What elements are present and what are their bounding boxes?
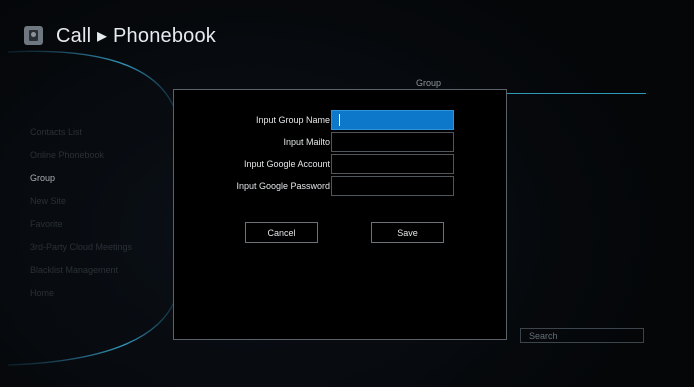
google-account-input[interactable]: [331, 154, 454, 174]
phonebook-screen: Call ▸ Phonebook Group Contacts List Onl…: [0, 0, 694, 387]
sidebar-item-favorite[interactable]: Favorite: [30, 216, 132, 239]
add-group-dialog: Input Group Name Input Mailto Input Goog…: [173, 89, 507, 340]
google-password-row: Input Google Password: [174, 176, 508, 196]
sidebar-item-online-phonebook[interactable]: Online Phonebook: [30, 147, 132, 170]
google-account-row: Input Google Account: [174, 154, 508, 174]
mailto-label: Input Mailto: [283, 137, 330, 147]
cancel-button[interactable]: Cancel: [245, 222, 318, 243]
google-account-label: Input Google Account: [243, 159, 330, 169]
group-panel-header: Group: [416, 78, 442, 88]
page-header: Call ▸ Phonebook: [24, 19, 216, 51]
sidebar-item-group[interactable]: Group: [30, 170, 132, 193]
group-name-input[interactable]: [331, 110, 454, 130]
text-caret: [339, 114, 340, 126]
save-button[interactable]: Save: [371, 222, 444, 243]
group-name-row: Input Group Name: [174, 110, 508, 130]
mailto-row: Input Mailto: [174, 132, 508, 152]
group-name-label: Input Group Name: [255, 115, 330, 125]
sidebar-item-home[interactable]: Home: [30, 285, 132, 308]
google-password-input[interactable]: [331, 176, 454, 196]
sidebar-item-blacklist[interactable]: Blacklist Management: [30, 262, 132, 285]
sidebar-item-new-site[interactable]: New Site: [30, 193, 132, 216]
sidebar-menu: Contacts List Online Phonebook Group New…: [30, 124, 132, 308]
sidebar-item-contacts-list[interactable]: Contacts List: [30, 124, 132, 147]
sidebar-item-cloud-meetings[interactable]: 3rd-Party Cloud Meetings: [30, 239, 132, 262]
page-title: Call ▸ Phonebook: [56, 24, 217, 47]
search-input[interactable]: Search: [520, 328, 644, 343]
mailto-input[interactable]: [331, 132, 454, 152]
group-panel-divider: [505, 93, 646, 94]
contacts-book-icon: [24, 25, 43, 45]
google-password-label: Input Google Password: [236, 181, 330, 191]
